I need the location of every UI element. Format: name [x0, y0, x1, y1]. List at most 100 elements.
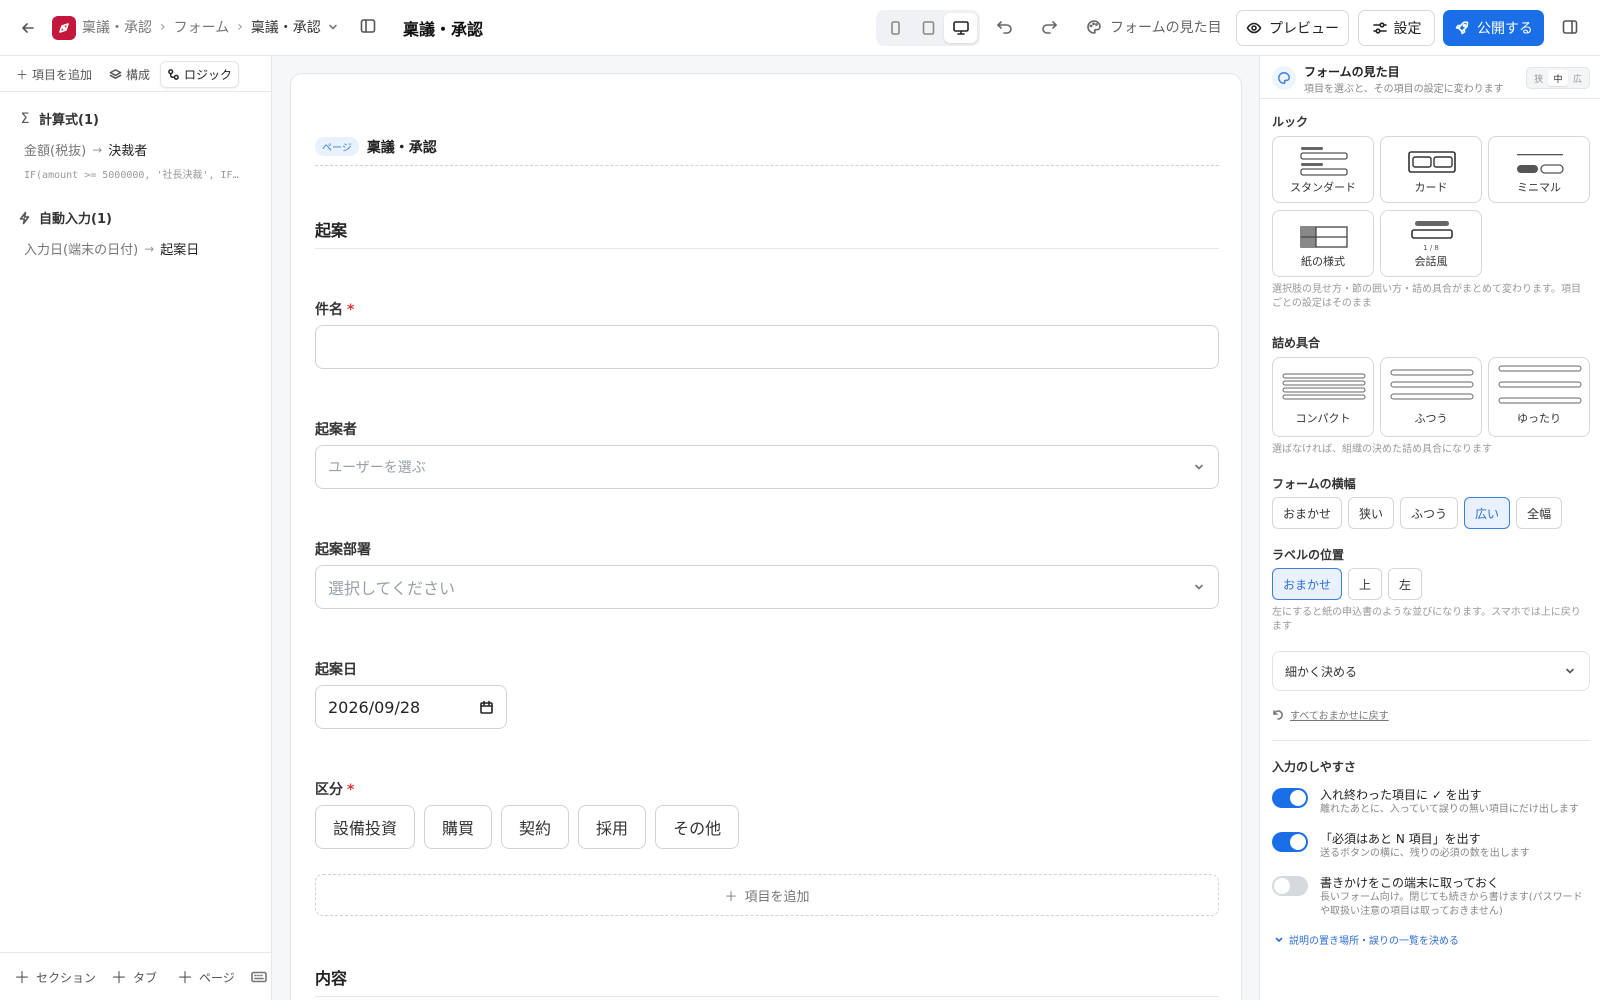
density-option-normal[interactable]: ふつう: [1380, 357, 1482, 437]
tab-add-field[interactable]: ＋ 項目を追加: [10, 61, 98, 88]
mobile-device-icon[interactable]: [879, 13, 912, 43]
add-page-label: ページ: [199, 971, 235, 985]
relaxed-density-icon: [1498, 365, 1582, 404]
fine-tune-label: 細かく決める: [1285, 664, 1358, 679]
choice-option[interactable]: 採用: [578, 805, 647, 849]
standard-look-icon: [1300, 147, 1348, 176]
draft-date-input[interactable]: 2026/09/28: [315, 685, 507, 729]
choice-option[interactable]: 購買: [424, 805, 493, 849]
formula-rule[interactable]: 金額(税抜) → 決裁者: [24, 140, 148, 160]
field-label-category[interactable]: 区分 *: [315, 779, 354, 799]
size-option-narrow[interactable]: 狭: [1529, 70, 1548, 86]
add-page-button[interactable]: ＋ ページ: [177, 969, 235, 986]
density-option-label: コンパクト: [1295, 412, 1351, 425]
section-divider: [315, 248, 1219, 249]
preview-label: プレビュー: [1269, 21, 1339, 37]
label-position-option[interactable]: 左: [1388, 568, 1423, 600]
link-icon: [167, 68, 180, 81]
fine-tune-select[interactable]: 細かく決める: [1272, 651, 1590, 691]
drafter-select[interactable]: ユーザーを選ぶ: [315, 445, 1219, 489]
look-option-paper[interactable]: 紙の様式: [1272, 210, 1374, 277]
sidebar-toggle-icon[interactable]: [359, 17, 379, 37]
paper-form-look-icon: [1300, 226, 1348, 248]
size-option-wide[interactable]: 広: [1568, 70, 1587, 86]
field-label-drafter[interactable]: 起案者: [315, 419, 357, 439]
page-header[interactable]: ページ 稟議・承認: [315, 137, 1219, 166]
panel-size-toggle: 狭 中 広: [1526, 67, 1590, 89]
publish-button[interactable]: 公開する: [1443, 10, 1544, 46]
look-option-chat[interactable]: 1 / 8 会話風: [1380, 210, 1482, 277]
calendar-icon[interactable]: [479, 700, 494, 715]
panel-divider: [1272, 740, 1590, 741]
publish-label: 公開する: [1477, 21, 1533, 37]
tablet-device-icon[interactable]: [912, 13, 945, 43]
reset-all-link[interactable]: すべておまかせに戻す: [1272, 707, 1389, 722]
add-section-button[interactable]: ＋ セクション: [14, 969, 96, 986]
formula-section-title[interactable]: Σ 計算式(1): [18, 109, 99, 129]
undo-icon[interactable]: [996, 18, 1014, 36]
density-option-relaxed[interactable]: ゆったり: [1488, 357, 1590, 437]
toggle-desc: 離れたあとに、入っていて誤りの無い項目にだけ出します: [1320, 804, 1579, 815]
plus-icon: ＋: [111, 967, 128, 987]
size-option-medium[interactable]: 中: [1548, 70, 1568, 86]
department-placeholder: 選択してください: [328, 579, 456, 598]
field-label-draft-date[interactable]: 起案日: [315, 659, 357, 679]
rule-source: 入力日(端末の日付): [24, 243, 139, 258]
plus-icon: ＋: [724, 889, 738, 905]
look-option-standard[interactable]: スタンダード: [1272, 136, 1374, 203]
breadcrumb-item-current[interactable]: 稟議・承認: [251, 17, 321, 37]
right-panel-toggle-icon[interactable]: [1561, 18, 1579, 36]
choice-option[interactable]: その他: [655, 805, 740, 849]
density-option-label: ふつう: [1414, 412, 1448, 425]
desktop-device-icon[interactable]: [944, 13, 978, 43]
settings-button[interactable]: 設定: [1358, 10, 1435, 46]
label-position-option[interactable]: おまかせ: [1272, 568, 1343, 600]
normal-density-icon: [1390, 369, 1474, 400]
department-select[interactable]: 選択してください: [315, 565, 1219, 609]
look-option-minimal[interactable]: ミニマル: [1488, 136, 1590, 203]
compact-density-icon: [1282, 373, 1366, 400]
checkmark-toggle[interactable]: [1272, 788, 1308, 808]
form-width-option[interactable]: 広い: [1464, 497, 1511, 529]
form-width-option[interactable]: 全幅: [1516, 497, 1563, 529]
add-field-button[interactable]: ＋ 項目を追加: [315, 874, 1219, 916]
form-width-option[interactable]: 狭い: [1348, 497, 1395, 529]
rule-source: 金額(税抜): [24, 144, 87, 159]
breadcrumb-item-forms[interactable]: フォーム: [174, 17, 230, 37]
chevron-down-icon[interactable]: [327, 21, 339, 33]
keyboard-icon[interactable]: [251, 970, 267, 984]
tab-structure[interactable]: 構成: [103, 61, 156, 88]
preview-button[interactable]: プレビュー: [1236, 10, 1349, 46]
form-width-option[interactable]: おまかせ: [1272, 497, 1343, 529]
section-title-content[interactable]: 内容: [315, 965, 347, 989]
density-option-label: ゆったり: [1517, 412, 1561, 425]
density-option-compact[interactable]: コンパクト: [1272, 357, 1374, 437]
breadcrumb-item-app[interactable]: 稟議・承認: [82, 17, 152, 37]
appearance-link[interactable]: フォームの見た目: [1086, 17, 1222, 37]
look-option-label: 紙の様式: [1301, 255, 1345, 268]
autofill-section-title[interactable]: 自動入力(1): [18, 208, 112, 227]
field-label-subject[interactable]: 件名 *: [315, 299, 354, 319]
redo-icon[interactable]: [1040, 18, 1058, 36]
section-title-drafting[interactable]: 起案: [315, 217, 347, 241]
subject-input[interactable]: [315, 325, 1219, 369]
label-position-option[interactable]: 上: [1348, 568, 1383, 600]
choice-option[interactable]: 契約: [501, 805, 570, 849]
autofill-rule[interactable]: 入力日(端末の日付) → 起案日: [24, 239, 199, 259]
tab-logic[interactable]: ロジック: [160, 61, 240, 88]
form-width-option[interactable]: ふつう: [1400, 497, 1459, 529]
more-settings-link[interactable]: 説明の置き場所・誤りの一覧を決める: [1274, 932, 1459, 947]
draft-save-toggle[interactable]: [1272, 876, 1308, 896]
field-label-department[interactable]: 起案部署: [315, 539, 371, 559]
page-name: 稟議・承認: [366, 140, 437, 156]
right-panel-header: フォームの見た目 項目を選ぶと、その項目の設定に変わります 狭 中 広: [1260, 56, 1600, 99]
required-count-toggle[interactable]: [1272, 832, 1308, 852]
left-bottom-bar: ＋ セクション ＋ タブ ＋ ページ: [0, 952, 271, 1000]
ease-label: 入力のしやすさ: [1272, 760, 1356, 774]
back-arrow-icon[interactable]: [16, 16, 40, 40]
rule-target: 決裁者: [108, 144, 148, 159]
choice-option[interactable]: 設備投資: [315, 805, 416, 849]
field-label-text: 区分: [315, 782, 343, 798]
add-tab-button[interactable]: ＋ タブ: [111, 969, 157, 986]
look-option-card[interactable]: カード: [1380, 136, 1482, 203]
